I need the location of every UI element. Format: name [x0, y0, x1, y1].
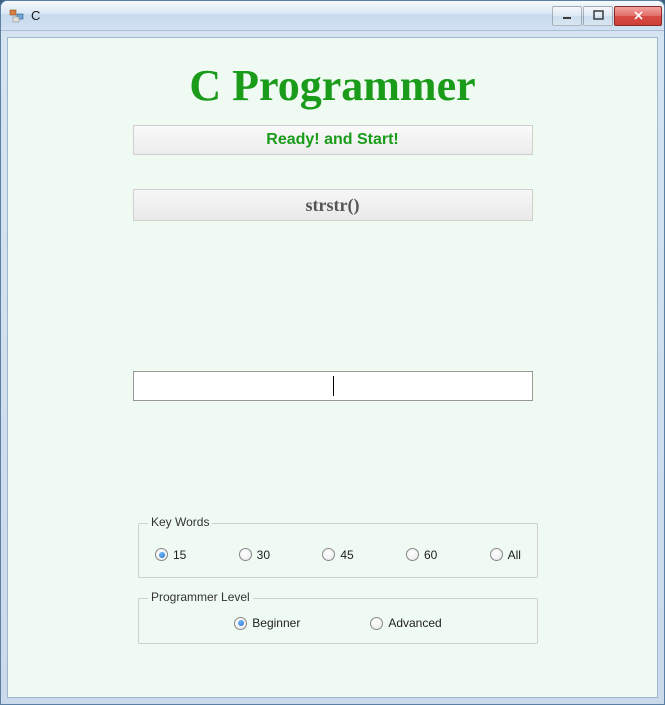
close-button[interactable] [614, 6, 662, 26]
radio-label: 30 [257, 548, 270, 562]
radio-icon [155, 548, 168, 561]
level-options: Beginner Advanced [139, 599, 537, 643]
radio-keywords-30[interactable]: 30 [239, 548, 270, 562]
radio-icon [239, 548, 252, 561]
radio-icon [234, 617, 247, 630]
keywords-legend: Key Words [148, 515, 212, 529]
text-cursor [333, 376, 334, 396]
groupbox-level: Programmer Level Beginner Advanced [138, 598, 538, 644]
radio-icon [406, 548, 419, 561]
maximize-button[interactable] [583, 6, 613, 26]
radio-label: Beginner [252, 616, 300, 630]
radio-level-beginner[interactable]: Beginner [234, 616, 300, 630]
app-icon [9, 8, 25, 24]
keywords-options: 15 30 45 60 All [139, 524, 537, 577]
page-title: C Programmer [8, 60, 657, 111]
radio-keywords-all[interactable]: All [490, 548, 521, 562]
radio-label: 45 [340, 548, 353, 562]
radio-icon [370, 617, 383, 630]
prompt-label: strstr() [133, 189, 533, 221]
window-title: C [31, 8, 552, 23]
level-legend: Programmer Level [148, 590, 253, 604]
radio-icon [322, 548, 335, 561]
groupbox-keywords: Key Words 15 30 45 60 [138, 523, 538, 578]
minimize-button[interactable] [552, 6, 582, 26]
radio-label: All [508, 548, 521, 562]
radio-keywords-60[interactable]: 60 [406, 548, 437, 562]
radio-icon [490, 548, 503, 561]
client-area: C Programmer Ready! and Start! strstr() … [7, 37, 658, 698]
window-controls [552, 6, 662, 26]
app-window: C C Programmer Ready! and Start! strstr(… [0, 0, 665, 705]
radio-label: 15 [173, 548, 186, 562]
radio-label: Advanced [388, 616, 441, 630]
answer-input-wrap [133, 371, 533, 401]
status-label: Ready! and Start! [133, 125, 533, 155]
radio-keywords-45[interactable]: 45 [322, 548, 353, 562]
radio-keywords-15[interactable]: 15 [155, 548, 186, 562]
radio-label: 60 [424, 548, 437, 562]
radio-level-advanced[interactable]: Advanced [370, 616, 441, 630]
titlebar[interactable]: C [1, 1, 664, 31]
